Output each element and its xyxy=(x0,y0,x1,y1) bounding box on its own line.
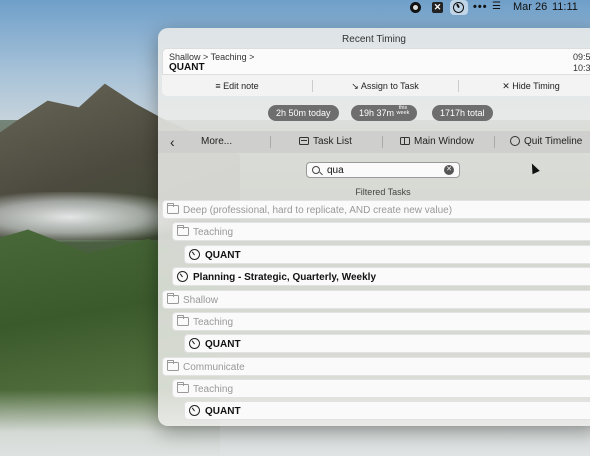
stat-today-badge: 2h 50m today xyxy=(268,105,339,121)
task-clock-icon xyxy=(189,338,200,349)
list-item-label: Teaching xyxy=(193,227,234,238)
recent-timing-start: 09:5 xyxy=(573,52,590,62)
popover-toolbar: ‹ More... Task List Main Window Quit Tim… xyxy=(158,131,590,153)
folder-icon xyxy=(176,382,189,393)
stat-total-badge: 1717h total xyxy=(432,105,493,121)
list-item-label: Planning - Strategic, Quarterly, Weekly xyxy=(193,272,377,283)
assign-to-task-button[interactable]: ↘ Assign to Task xyxy=(312,75,458,97)
task-list-label: Task List xyxy=(313,136,352,147)
recent-timing-path: Shallow > Teaching > xyxy=(169,52,255,62)
recent-timing-actions: ≡ Edit note ↘ Assign to Task ✕ Hide Timi… xyxy=(162,74,590,96)
back-chevron-icon[interactable]: ‹ xyxy=(170,131,175,153)
filtered-tasks-title: Filtered Tasks xyxy=(355,187,411,197)
list-item-label: QUANT xyxy=(205,406,241,417)
more-button[interactable]: More... xyxy=(201,131,232,153)
menu-bar-date[interactable]: Mar 26 xyxy=(513,0,547,14)
search-input[interactable] xyxy=(327,164,437,176)
list-item-task[interactable]: QUANT xyxy=(184,334,590,353)
folder-icon xyxy=(166,203,179,214)
divider xyxy=(270,136,271,148)
list-item-task[interactable]: Planning - Strategic, Quarterly, Weekly xyxy=(172,267,590,286)
search-icon xyxy=(312,166,320,174)
x-app-icon[interactable]: ✕ xyxy=(432,1,443,13)
list-item-label: Teaching xyxy=(193,384,234,395)
list-item-category[interactable]: Deep (professional, hard to replicate, A… xyxy=(162,200,590,219)
folder-icon xyxy=(176,315,189,326)
list-item-task[interactable]: QUANT xyxy=(184,245,590,264)
timing-app-icon[interactable] xyxy=(453,1,464,13)
list-item-category[interactable]: Teaching xyxy=(172,379,590,398)
list-item-label: QUANT xyxy=(205,339,241,350)
stat-week-label-bottom: week xyxy=(396,110,410,116)
recent-timing-end: 10:3 xyxy=(573,63,590,73)
list-item-label: Teaching xyxy=(193,317,234,328)
record-icon[interactable] xyxy=(410,1,421,13)
list-item-label: QUANT xyxy=(205,250,241,261)
search-field[interactable]: ✕ xyxy=(306,162,460,178)
stat-week-badge: 19h 37m this week xyxy=(351,105,418,121)
task-clock-icon xyxy=(189,405,200,416)
menu-bar-time[interactable]: 11:11 xyxy=(552,0,578,14)
list-item-label: Communicate xyxy=(183,362,245,373)
control-center-icon[interactable]: ☰ xyxy=(492,0,501,14)
list-item-category[interactable]: Teaching xyxy=(172,312,590,331)
quit-icon xyxy=(510,136,520,146)
folder-icon xyxy=(166,293,179,304)
task-clock-icon xyxy=(189,249,200,260)
quit-timeline-label: Quit Timeline xyxy=(524,136,583,147)
timing-popover: Recent Timing Shallow > Teaching > QUANT… xyxy=(158,28,590,426)
main-window-label: Main Window xyxy=(414,136,475,147)
list-item-task[interactable]: QUANT xyxy=(184,401,590,420)
list-item-category[interactable]: Shallow xyxy=(162,290,590,309)
list-item-label: Shallow xyxy=(183,295,219,306)
stat-week-label: this week xyxy=(396,105,410,116)
edit-note-button[interactable]: ≡ Edit note xyxy=(162,75,312,97)
folder-icon xyxy=(166,360,179,371)
hide-timing-button[interactable]: ✕ Hide Timing xyxy=(458,75,590,97)
task-list-icon xyxy=(299,137,309,145)
recent-timing-task: QUANT xyxy=(169,62,205,73)
stat-week-value: 19h 37m xyxy=(359,108,395,118)
clear-search-icon[interactable]: ✕ xyxy=(444,165,454,175)
recent-timing-title: Recent Timing xyxy=(342,34,406,45)
list-item-label: Deep (professional, hard to replicate, A… xyxy=(183,205,453,216)
menu-bar: ✕ ••• ☰ Mar 26 11:11 xyxy=(0,0,590,15)
stats-pills: 2h 50m today 19h 37m this week 1717h tota… xyxy=(158,105,590,121)
divider xyxy=(382,136,383,148)
more-dots-icon[interactable]: ••• xyxy=(473,0,488,14)
list-item-category[interactable]: Teaching xyxy=(172,222,590,241)
task-list-button[interactable]: Task List xyxy=(299,131,352,153)
list-item-category[interactable]: Communicate xyxy=(162,357,590,376)
divider xyxy=(494,136,495,148)
folder-icon xyxy=(176,225,189,236)
main-window-icon xyxy=(400,137,410,145)
quit-timeline-button[interactable]: Quit Timeline xyxy=(510,131,582,153)
main-window-button[interactable]: Main Window xyxy=(400,131,474,153)
task-clock-icon xyxy=(177,271,188,282)
